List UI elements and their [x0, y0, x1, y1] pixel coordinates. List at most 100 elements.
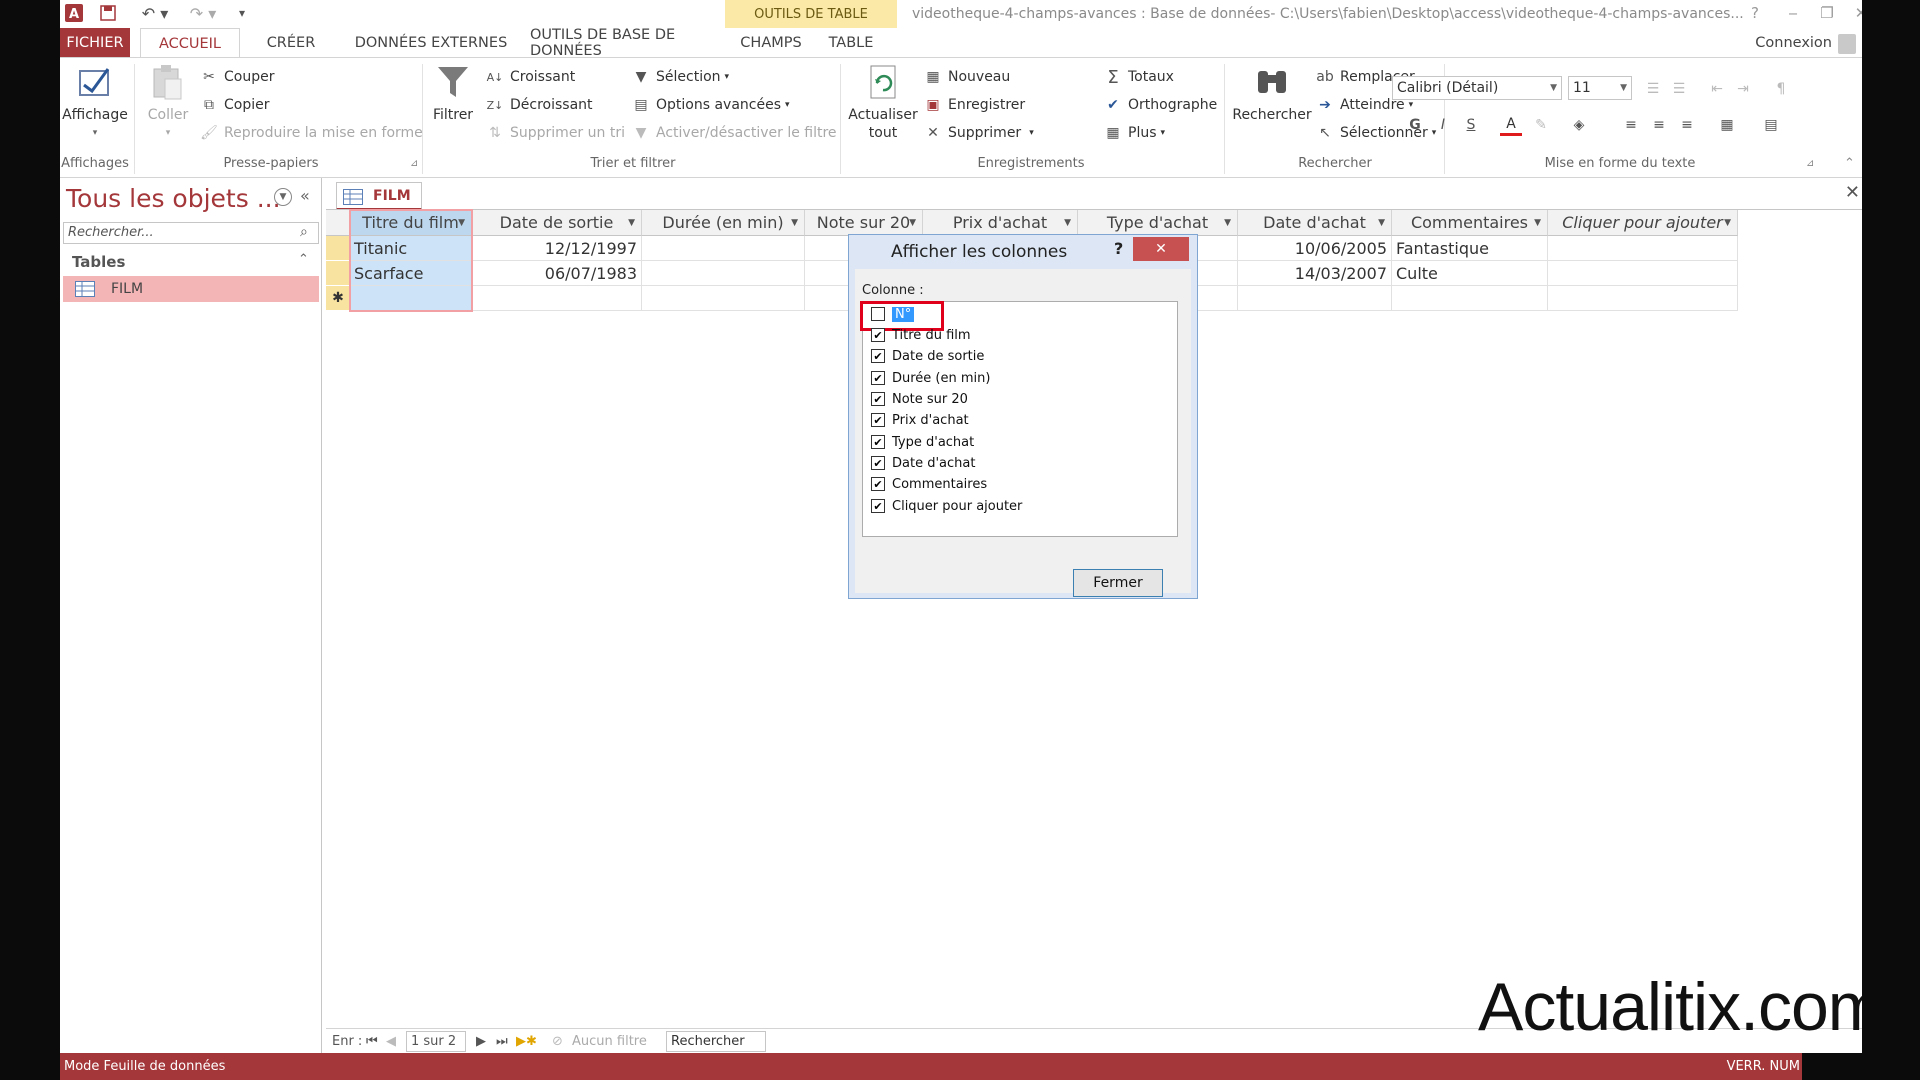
- close-document-icon[interactable]: ✕: [1845, 182, 1860, 203]
- tab-donnees-externes[interactable]: DONNÉES EXTERNES: [346, 28, 516, 58]
- highlight-color-icon[interactable]: ✎: [1530, 114, 1552, 136]
- search-icon[interactable]: ⌕: [300, 224, 308, 240]
- redo-icon[interactable]: ↷ ▾: [186, 2, 220, 24]
- selection-button[interactable]: ▼ Sélection ▾: [632, 64, 729, 90]
- new-row-cell[interactable]: [1238, 286, 1392, 311]
- save-icon[interactable]: [96, 2, 120, 24]
- font-size-combo[interactable]: 11 ▼: [1568, 76, 1632, 100]
- gridlines-icon[interactable]: ▦: [1716, 114, 1738, 136]
- table-cell[interactable]: Fantastique: [1392, 236, 1548, 261]
- supprimer-button[interactable]: ✕ Supprimer ▾: [924, 120, 1034, 146]
- column-option[interactable]: ✔ Note sur 20: [871, 389, 968, 409]
- increase-indent-icon[interactable]: ⇥: [1732, 78, 1754, 100]
- checkbox[interactable]: ✔: [871, 413, 885, 427]
- column-dropdown-icon[interactable]: ▼: [1534, 210, 1541, 236]
- align-left-icon[interactable]: ≡: [1620, 114, 1642, 136]
- decroissant-button[interactable]: Z↓ Décroissant: [486, 92, 593, 118]
- dialog-close-button[interactable]: ✕: [1133, 237, 1189, 261]
- undo-icon[interactable]: ↶ ▾: [138, 2, 172, 24]
- table-cell[interactable]: [642, 236, 805, 261]
- table-cell[interactable]: 14/03/2007: [1238, 261, 1392, 286]
- dialog-help-icon[interactable]: ?: [1114, 239, 1123, 258]
- croissant-button[interactable]: A↓ Croissant: [486, 64, 576, 90]
- italic-button[interactable]: I: [1432, 114, 1454, 136]
- table-cell[interactable]: Culte: [1392, 261, 1548, 286]
- table-cell[interactable]: Scarface: [350, 261, 472, 286]
- checkbox[interactable]: ✔: [871, 499, 885, 513]
- enregistrer-button[interactable]: ▣ Enregistrer: [924, 92, 1025, 118]
- column-header-duree[interactable]: Durée (en min) ▼: [642, 210, 805, 236]
- previous-record-icon[interactable]: ◀: [386, 1029, 396, 1054]
- orthographe-button[interactable]: ✔ Orthographe: [1104, 92, 1217, 118]
- supprimer-tri-button[interactable]: ⇅ Supprimer un tri: [486, 120, 625, 146]
- totaux-button[interactable]: Σ Totaux: [1104, 64, 1174, 90]
- affichage-button[interactable]: Affichage ▾: [60, 62, 130, 142]
- select-all-corner[interactable]: [326, 210, 350, 236]
- row-selector[interactable]: [326, 261, 350, 286]
- new-row-cell[interactable]: [472, 286, 642, 311]
- column-option[interactable]: ✔ Commentaires: [871, 474, 987, 494]
- record-position-input[interactable]: 1 sur 2: [406, 1031, 466, 1052]
- column-dropdown-icon[interactable]: ▼: [1224, 210, 1231, 236]
- couper-button[interactable]: ✂ Couper: [200, 64, 274, 90]
- new-row-cell[interactable]: [350, 286, 472, 311]
- bullet-list-icon[interactable]: ☰: [1642, 78, 1664, 100]
- tab-creer[interactable]: CRÉER: [246, 28, 336, 58]
- new-row-cell[interactable]: [642, 286, 805, 311]
- new-row-selector[interactable]: ✱: [326, 286, 350, 311]
- checkbox[interactable]: ✔: [871, 435, 885, 449]
- font-color-icon[interactable]: A: [1500, 114, 1522, 136]
- new-row-cell[interactable]: [1548, 286, 1738, 311]
- reproduire-button[interactable]: 🖌 Reproduire la mise en forme: [200, 120, 423, 146]
- numbered-list-icon[interactable]: ☰: [1668, 78, 1690, 100]
- row-selector[interactable]: [326, 236, 350, 261]
- tab-table[interactable]: TABLE: [816, 28, 886, 58]
- avatar[interactable]: [1838, 34, 1856, 54]
- fill-color-icon[interactable]: ◈: [1568, 114, 1590, 136]
- tab-fichier[interactable]: FICHIER: [60, 28, 130, 58]
- plus-button[interactable]: ▦ Plus ▾: [1104, 120, 1165, 146]
- decrease-indent-icon[interactable]: ⇤: [1706, 78, 1728, 100]
- new-row-cell[interactable]: [1392, 286, 1548, 311]
- nav-pane-title[interactable]: Tous les objets ...: [66, 184, 281, 213]
- mise-en-forme-launcher-icon[interactable]: ⊿: [1806, 158, 1814, 169]
- align-right-icon[interactable]: ≡: [1676, 114, 1698, 136]
- column-dropdown-icon[interactable]: ▼: [1064, 210, 1071, 236]
- nav-menu-dropdown-icon[interactable]: ▼: [274, 188, 292, 206]
- column-dropdown-icon[interactable]: ▼: [458, 210, 465, 236]
- document-tab-film[interactable]: FILM: [336, 182, 422, 210]
- column-option[interactable]: ✔ Cliquer pour ajouter: [871, 496, 1022, 516]
- sign-in-link[interactable]: Connexion: [1755, 28, 1832, 58]
- activer-filtre-button[interactable]: ▼ Activer/désactiver le filtre: [632, 120, 837, 146]
- last-record-icon[interactable]: ⏭: [496, 1029, 508, 1054]
- checkbox[interactable]: ✔: [871, 349, 885, 363]
- column-option[interactable]: ✔ Durée (en min): [871, 368, 990, 388]
- column-header-date-achat[interactable]: Date d'achat ▼: [1238, 210, 1392, 236]
- close-window-icon[interactable]: ✕: [1846, 0, 1862, 26]
- column-dropdown-icon[interactable]: ▼: [1378, 210, 1385, 236]
- bold-button[interactable]: G: [1404, 114, 1426, 136]
- options-avancees-button[interactable]: ▤ Options avancées ▾: [632, 92, 789, 118]
- tab-outils-bdd[interactable]: OUTILS DE BASE DE DONNÉES: [530, 27, 730, 59]
- column-option[interactable]: ✔ Type d'achat: [871, 432, 974, 452]
- checkbox[interactable]: ✔: [871, 371, 885, 385]
- filter-status[interactable]: Aucun filtre: [572, 1029, 647, 1054]
- minimize-icon[interactable]: ‒: [1778, 0, 1808, 26]
- next-record-icon[interactable]: ▶: [476, 1029, 486, 1054]
- table-cell[interactable]: [1548, 261, 1738, 286]
- table-cell[interactable]: 10/06/2005: [1238, 236, 1392, 261]
- column-option[interactable]: N°: [860, 301, 944, 331]
- column-dropdown-icon[interactable]: ▼: [628, 210, 635, 236]
- checkbox[interactable]: ✔: [871, 477, 885, 491]
- customize-qat-icon[interactable]: ▾: [232, 2, 252, 24]
- tab-accueil[interactable]: ACCUEIL: [140, 28, 240, 58]
- underline-button[interactable]: S: [1460, 114, 1482, 136]
- column-option[interactable]: ✔ Date de sortie: [871, 346, 984, 366]
- paragraph-direction-icon[interactable]: ¶: [1770, 78, 1792, 100]
- column-dropdown-icon[interactable]: ▼: [791, 210, 798, 236]
- column-header-commentaires[interactable]: Commentaires ▼: [1392, 210, 1548, 236]
- nav-collapse-icon[interactable]: «: [300, 186, 310, 205]
- table-cell[interactable]: [1548, 236, 1738, 261]
- actualiser-button[interactable]: Actualiser tout: [846, 62, 920, 142]
- font-name-combo[interactable]: Calibri (Détail) ▼: [1392, 76, 1562, 100]
